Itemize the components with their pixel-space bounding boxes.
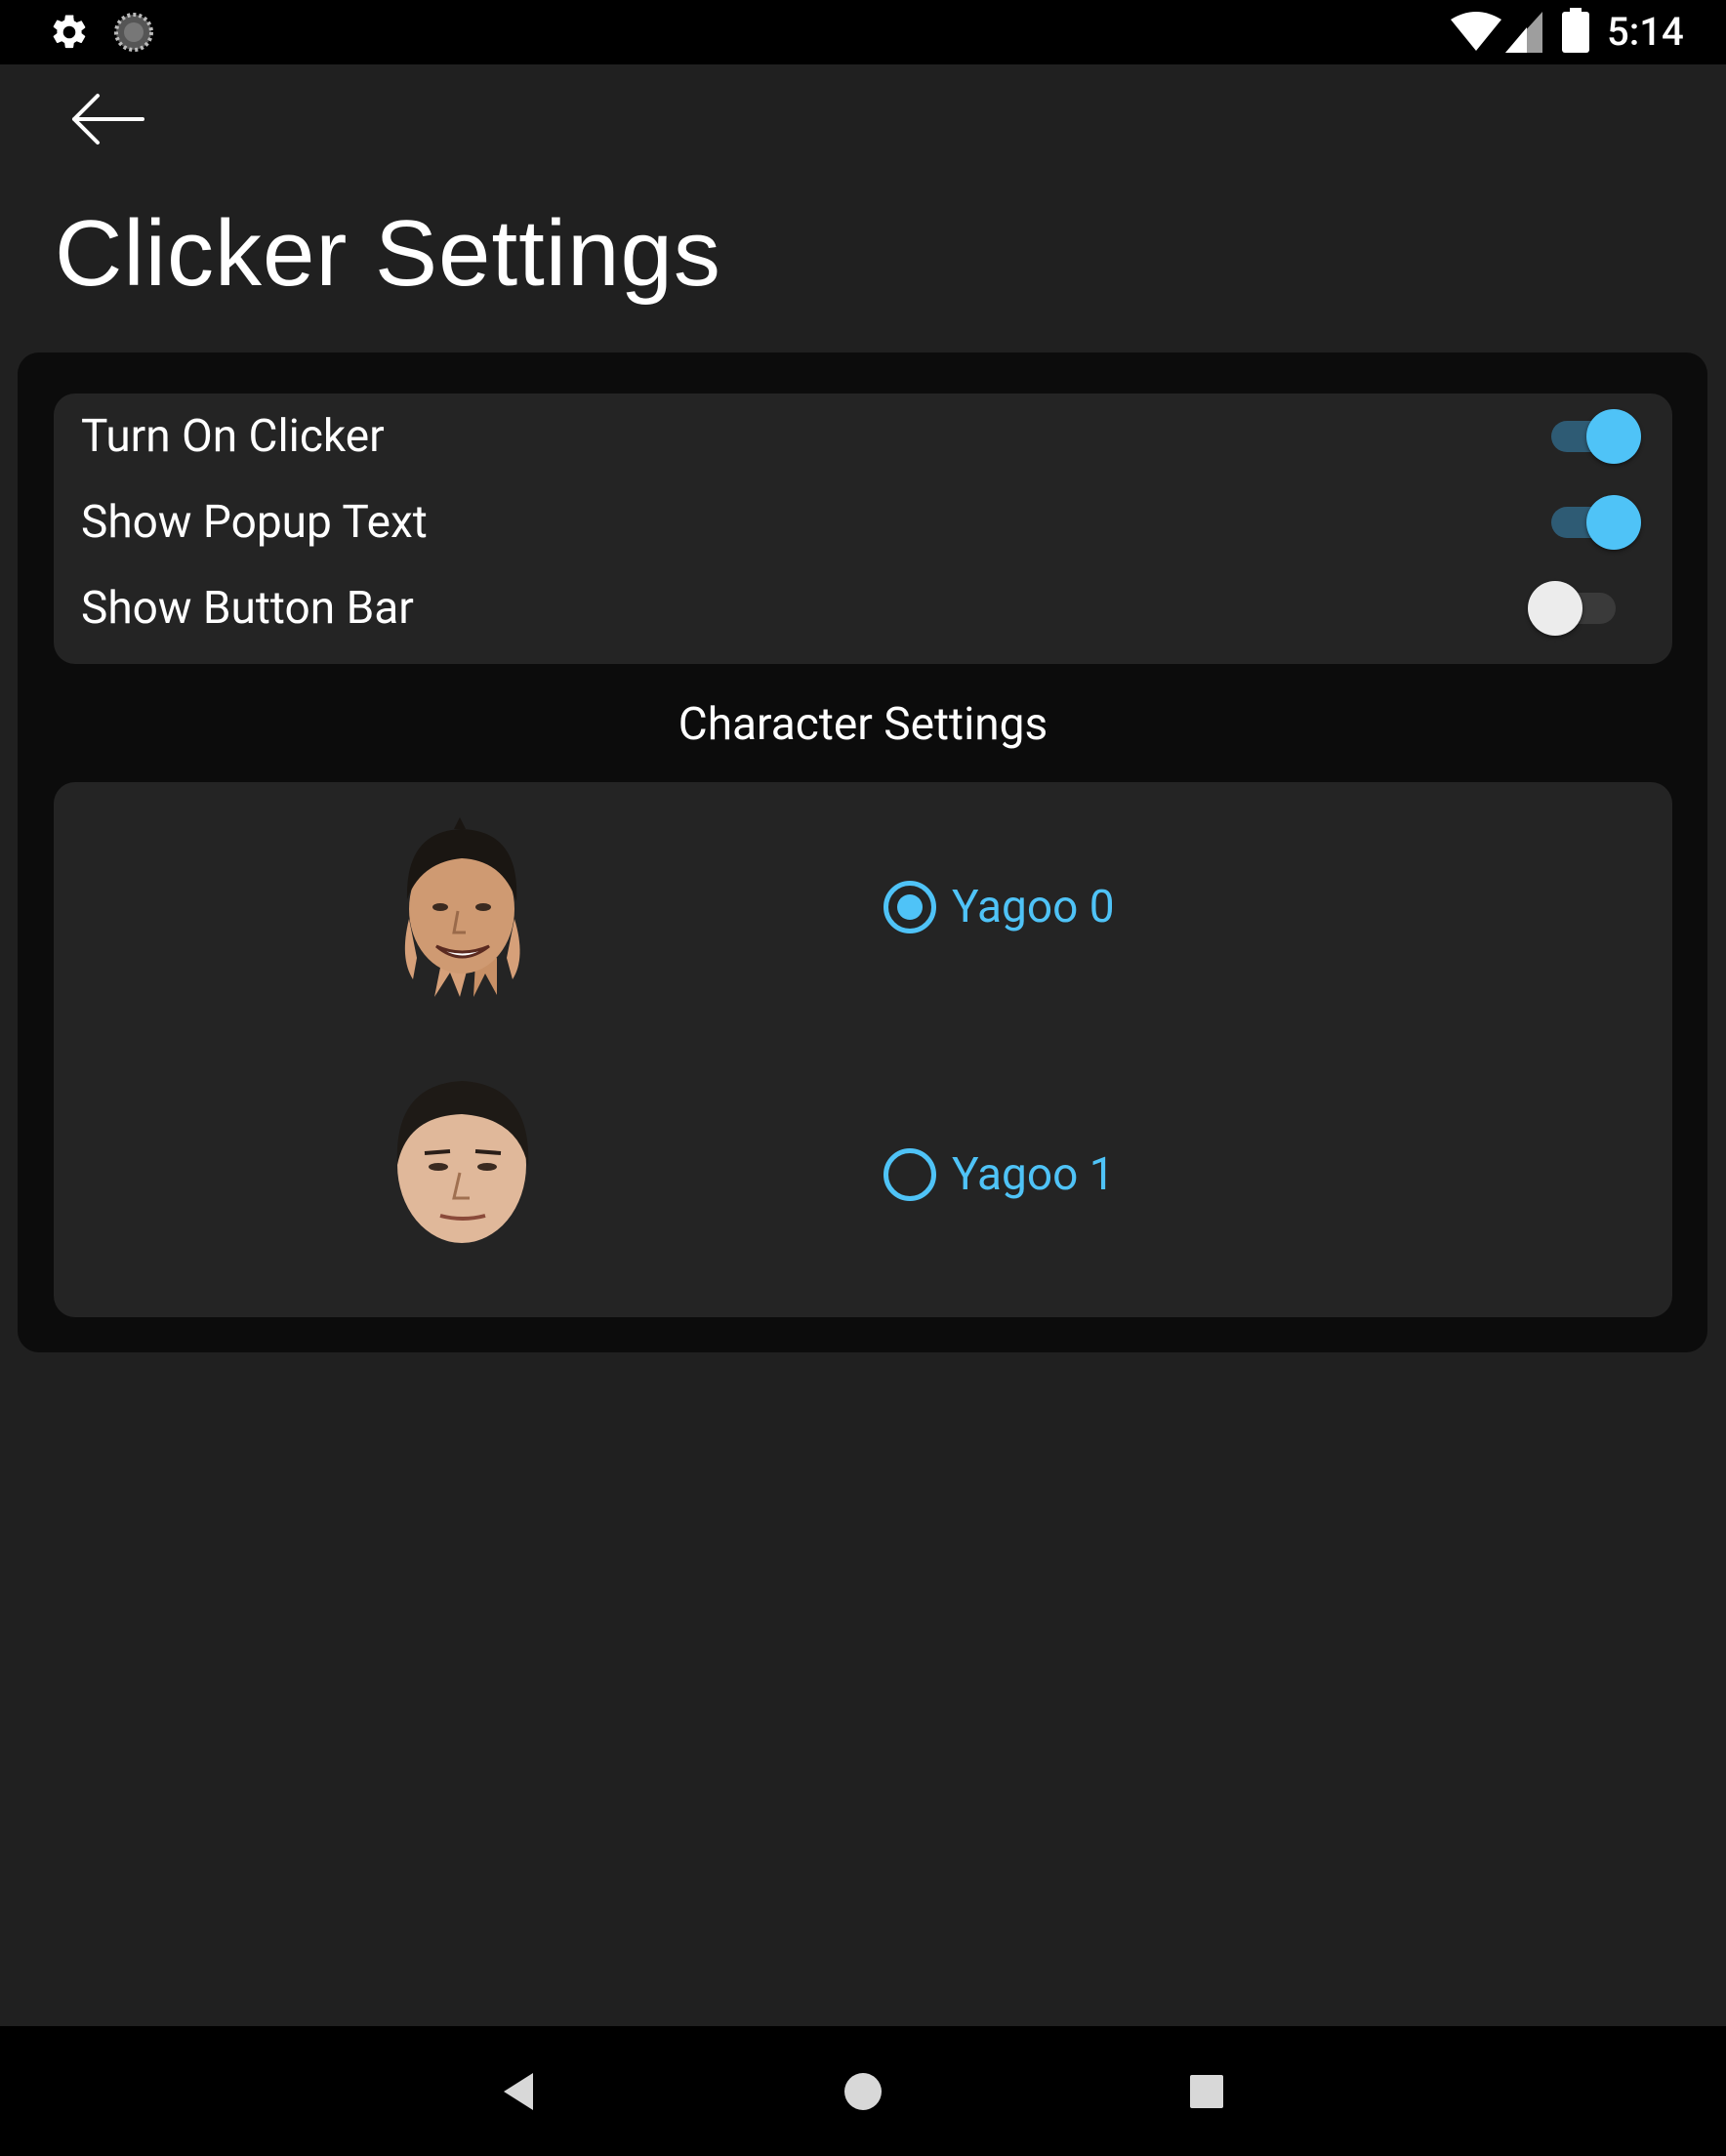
navigation-bar [0, 2026, 1726, 2156]
radio-option-yagoo-1[interactable]: Yagoo 1 [884, 1136, 1196, 1214]
character-avatar-neutral [396, 1081, 529, 1243]
nav-home-button[interactable] [804, 2026, 922, 2156]
loading-spinner-icon [114, 13, 153, 52]
toggle-label: Show Popup Text [81, 496, 428, 549]
settings-gear-icon [53, 15, 86, 49]
toggle-label: Turn On Clicker [81, 410, 385, 463]
back-button[interactable] [45, 80, 170, 158]
show-button-bar-switch[interactable] [1528, 565, 1625, 651]
status-bar: 5:14 [0, 0, 1726, 64]
character-row: Yagoo 1 [54, 1081, 1672, 1282]
toggle-label: Show Button Bar [81, 582, 414, 635]
character-settings-heading: Character Settings [678, 698, 1048, 751]
toggle-row-show-popup-text[interactable]: Show Popup Text [54, 479, 1672, 565]
nav-back-button[interactable] [461, 2026, 578, 2156]
battery-icon [1562, 8, 1589, 53]
recents-square-icon [1190, 2074, 1223, 2108]
toggle-row-show-button-bar[interactable]: Show Button Bar [54, 565, 1672, 651]
switch-thumb [1528, 581, 1582, 636]
status-time: 5:14 [1607, 9, 1684, 55]
toggle-row-turn-on-clicker[interactable]: Turn On Clicker [54, 394, 1672, 479]
character-settings-card: Yagoo 0 Yagoo 1 [54, 782, 1672, 1317]
radio-option-yagoo-0[interactable]: Yagoo 0 [884, 868, 1196, 946]
home-circle-icon [844, 2072, 882, 2110]
radio-dot [897, 894, 923, 920]
character-avatar-smiling [404, 817, 520, 997]
radio-button-selected[interactable] [884, 881, 936, 933]
switch-thumb [1586, 409, 1641, 464]
radio-label: Yagoo 1 [952, 1148, 1115, 1201]
arrow-left-icon [72, 94, 144, 145]
back-triangle-icon [504, 2072, 533, 2110]
app-screen: 5:14 Clicker Settings Turn On Clicker Sh… [0, 0, 1726, 2156]
radio-label: Yagoo 0 [952, 881, 1115, 933]
toggle-settings-card: Turn On Clicker Show Popup Text Show But… [54, 394, 1672, 664]
show-popup-text-switch[interactable] [1543, 479, 1641, 565]
character-row: Yagoo 0 [54, 811, 1672, 1007]
wifi-icon [1451, 12, 1501, 51]
radio-button-unselected[interactable] [884, 1148, 936, 1201]
turn-on-clicker-switch[interactable] [1543, 394, 1641, 479]
cell-signal-icon [1505, 12, 1542, 53]
nav-recents-button[interactable] [1148, 2026, 1265, 2156]
switch-thumb [1586, 495, 1641, 550]
page-title: Clicker Settings [55, 201, 721, 306]
